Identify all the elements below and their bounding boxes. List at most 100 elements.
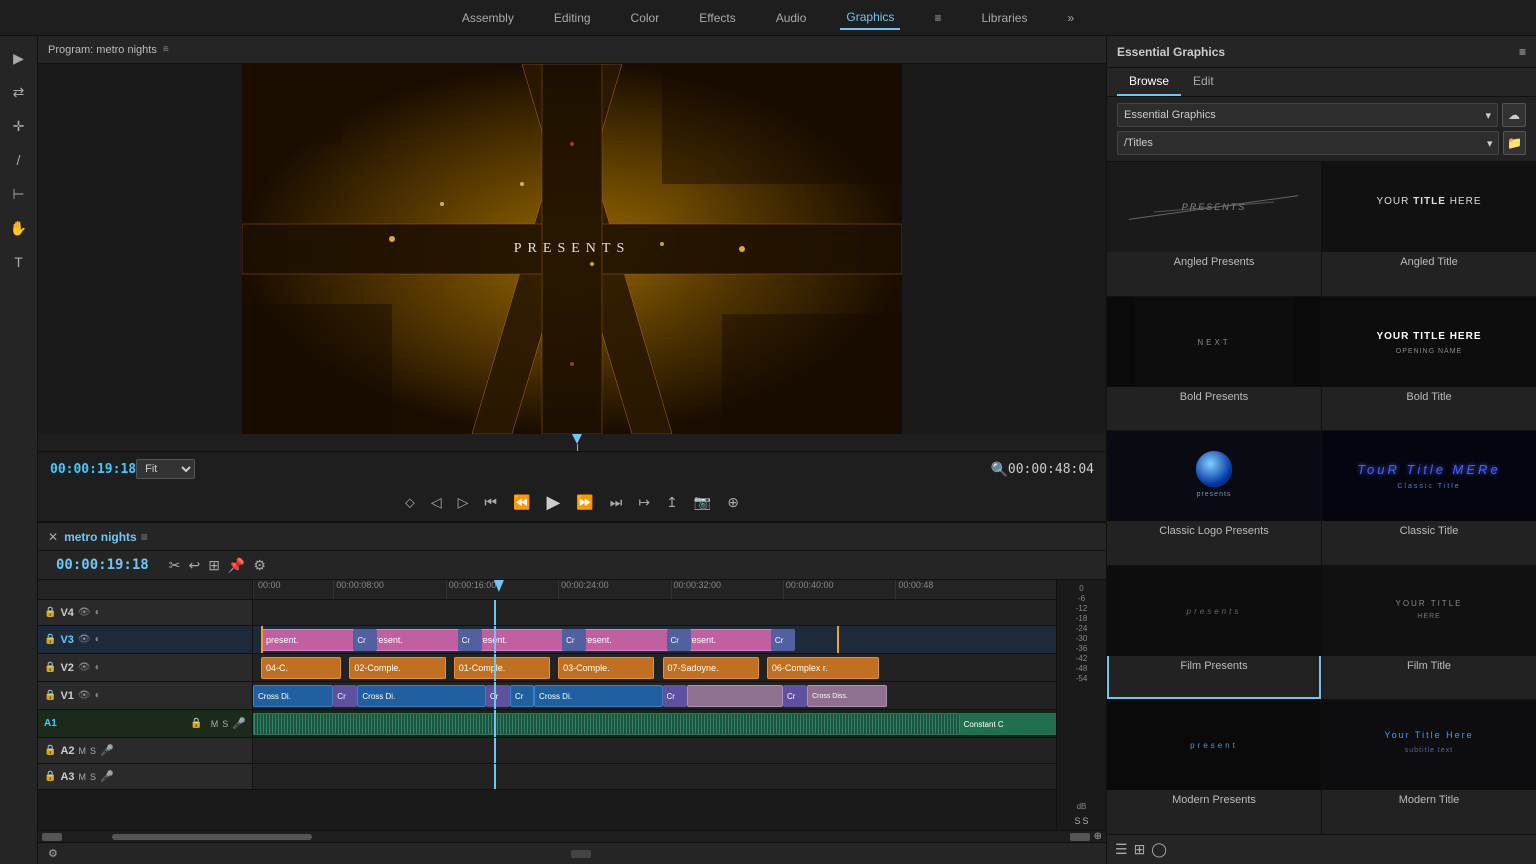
template-film-title[interactable]: YOUR TITLE HERE Film Title — [1322, 566, 1536, 700]
go-to-in[interactable]: ⏮ — [480, 492, 501, 513]
panel-menu-icon[interactable]: ≡ — [1519, 45, 1526, 59]
track-select-tool[interactable]: ⇄ — [5, 78, 33, 106]
v1-lock[interactable]: 🔒 — [44, 690, 56, 701]
v2-clip-2[interactable]: 02-Comple. — [349, 657, 445, 679]
v2-clip-1[interactable]: 04-C. — [261, 657, 341, 679]
nav-color[interactable]: Color — [625, 7, 666, 29]
zoom-icon[interactable]: 🔍 — [990, 461, 1007, 478]
template-bold-presents[interactable]: NEXT Bold Presents — [1107, 297, 1321, 431]
v1-toggle[interactable]: ◐ — [95, 690, 101, 701]
scroll-thumb[interactable] — [112, 834, 312, 840]
slip-tool[interactable]: ⊢ — [5, 180, 33, 208]
a1-lock[interactable]: 🔒 — [190, 718, 202, 729]
v1-eye[interactable]: 👁 — [78, 690, 91, 701]
nav-editing[interactable]: Editing — [548, 7, 597, 29]
a2-content[interactable] — [253, 738, 1056, 763]
v2-content[interactable]: 04-C. 02-Comple. 01-Comple. 03-Comple. 0… — [253, 654, 1056, 681]
v1-cr-2[interactable]: Cr — [486, 685, 510, 707]
template-angled-presents[interactable]: PRESENTS Angled Presents — [1107, 162, 1321, 296]
v1-clip-3[interactable]: Cr — [510, 685, 534, 707]
a2-lock[interactable]: 🔒 — [44, 745, 56, 756]
selection-tool[interactable]: ▶ — [5, 44, 33, 72]
cloud-icon[interactable]: ☁ — [1502, 103, 1526, 127]
ripple-edit-tool[interactable]: ✛ — [5, 112, 33, 140]
play-button[interactable]: ▶ — [542, 490, 564, 515]
template-classic-logo-presents[interactable]: presents Classic Logo Presents — [1107, 431, 1321, 565]
step-back-frame[interactable]: ◁ — [427, 492, 446, 513]
v4-lock[interactable]: 🔒 — [44, 607, 56, 618]
a1-s[interactable]: S — [222, 719, 228, 729]
v1-clip-6[interactable]: Cross Diss. — [807, 685, 887, 707]
nav-libraries[interactable]: Libraries — [975, 7, 1033, 29]
v4-eye[interactable]: 👁 — [78, 607, 91, 618]
v3-toggle[interactable]: ◐ — [95, 634, 101, 645]
zoom-thumb[interactable] — [571, 850, 591, 858]
timeline-scrollbar[interactable]: ⊕ — [38, 830, 1106, 842]
v4-content[interactable] — [253, 600, 1056, 625]
v2-clip-5[interactable]: 07-Sadoyne. — [663, 657, 759, 679]
step-back[interactable]: ⏪ — [509, 492, 534, 513]
mark-in-button[interactable]: ⬦ — [401, 492, 419, 513]
add-to-timeline[interactable]: ⊕ — [723, 492, 743, 513]
solo-icon[interactable]: ◯ — [1151, 841, 1167, 858]
undo-button[interactable]: ↩ — [188, 557, 200, 574]
v1-cr-3[interactable]: Cr — [663, 685, 687, 707]
template-modern-presents[interactable]: present Modern Presents — [1107, 700, 1321, 834]
tab-edit[interactable]: Edit — [1181, 68, 1226, 96]
nav-graphics-menu[interactable]: ≡ — [928, 7, 947, 29]
v3-cr-3[interactable]: Cr — [562, 629, 586, 651]
settings-tool[interactable]: ⚙ — [253, 557, 266, 574]
nav-effects[interactable]: Effects — [693, 7, 741, 29]
template-classic-title[interactable]: TouR Title MERe Classic Title Classic Ti… — [1322, 431, 1536, 565]
export-frame[interactable]: 📷 — [690, 492, 715, 513]
a3-content[interactable] — [253, 764, 1056, 789]
step-forward[interactable]: ⏩ — [572, 492, 597, 513]
overwrite-button[interactable]: ↥ — [662, 492, 682, 513]
v1-clip-1[interactable]: Cross Di. — [253, 685, 333, 707]
v2-lock[interactable]: 🔒 — [44, 662, 56, 673]
v3-eye[interactable]: 👁 — [78, 634, 91, 645]
expand-tracks[interactable]: ⊞ — [208, 557, 220, 574]
a3-s[interactable]: S — [90, 772, 96, 782]
template-bold-title[interactable]: YOUR TITLE HERE OPENING NAME Bold Title — [1322, 297, 1536, 431]
tab-browse[interactable]: Browse — [1117, 68, 1181, 96]
nav-audio[interactable]: Audio — [770, 7, 813, 29]
template-film-presents[interactable]: presents Film Presents — [1107, 566, 1321, 700]
v4-toggle[interactable]: ◐ — [95, 607, 101, 618]
razor-tool[interactable]: / — [5, 146, 33, 174]
program-monitor-menu[interactable]: ≡ — [163, 44, 169, 55]
v3-clip-1[interactable]: present. — [261, 629, 357, 651]
step-forward-frame[interactable]: ▷ — [454, 492, 473, 513]
v3-clip-2[interactable]: present. — [365, 629, 461, 651]
v1-clip-5[interactable] — [687, 685, 783, 707]
v2-clip-4[interactable]: 03-Comple. — [558, 657, 654, 679]
v1-clip-4[interactable]: Cross Di. — [534, 685, 662, 707]
v1-clip-2[interactable]: Cross Di. — [357, 685, 485, 707]
folder-path-display[interactable]: /Titles ▾ — [1117, 131, 1499, 155]
list-view-icon[interactable]: ☰ — [1115, 841, 1128, 858]
v3-cr-5[interactable]: Cr — [771, 629, 795, 651]
nav-graphics[interactable]: Graphics — [840, 6, 900, 30]
a1-content[interactable]: Constant C — [253, 710, 1056, 737]
v1-cr-1[interactable]: Cr — [333, 685, 357, 707]
nav-assembly[interactable]: Assembly — [456, 7, 520, 29]
a3-m[interactable]: M — [79, 772, 87, 782]
v1-content[interactable]: Cross Di. Cr Cross Di. Cr Cr Cross Di. C… — [253, 682, 1056, 709]
a1-constant[interactable]: Constant C — [960, 713, 1056, 735]
a3-lock[interactable]: 🔒 — [44, 771, 56, 782]
a2-mic[interactable]: 🎤 — [100, 744, 114, 757]
template-modern-title[interactable]: Your Title Here subtitle text Modern Tit… — [1322, 700, 1536, 834]
a2-s[interactable]: S — [90, 746, 96, 756]
v3-cr-1[interactable]: Cr — [353, 629, 377, 651]
a3-mic[interactable]: 🎤 — [100, 770, 114, 783]
v3-lock[interactable]: 🔒 — [44, 634, 56, 645]
v3-clip-5[interactable]: present. — [679, 629, 775, 651]
folder-icon[interactable]: 📁 — [1503, 131, 1526, 155]
snap-tool[interactable]: 📌 — [228, 557, 245, 574]
v3-clip-3[interactable]: present. — [470, 629, 566, 651]
v2-eye[interactable]: 👁 — [78, 662, 91, 673]
v3-cr-2[interactable]: Cr — [458, 629, 482, 651]
a1-m[interactable]: M — [211, 719, 219, 729]
graphics-library-dropdown[interactable]: Essential Graphics ▾ — [1117, 103, 1498, 127]
scroll-left-btn[interactable] — [42, 833, 62, 841]
